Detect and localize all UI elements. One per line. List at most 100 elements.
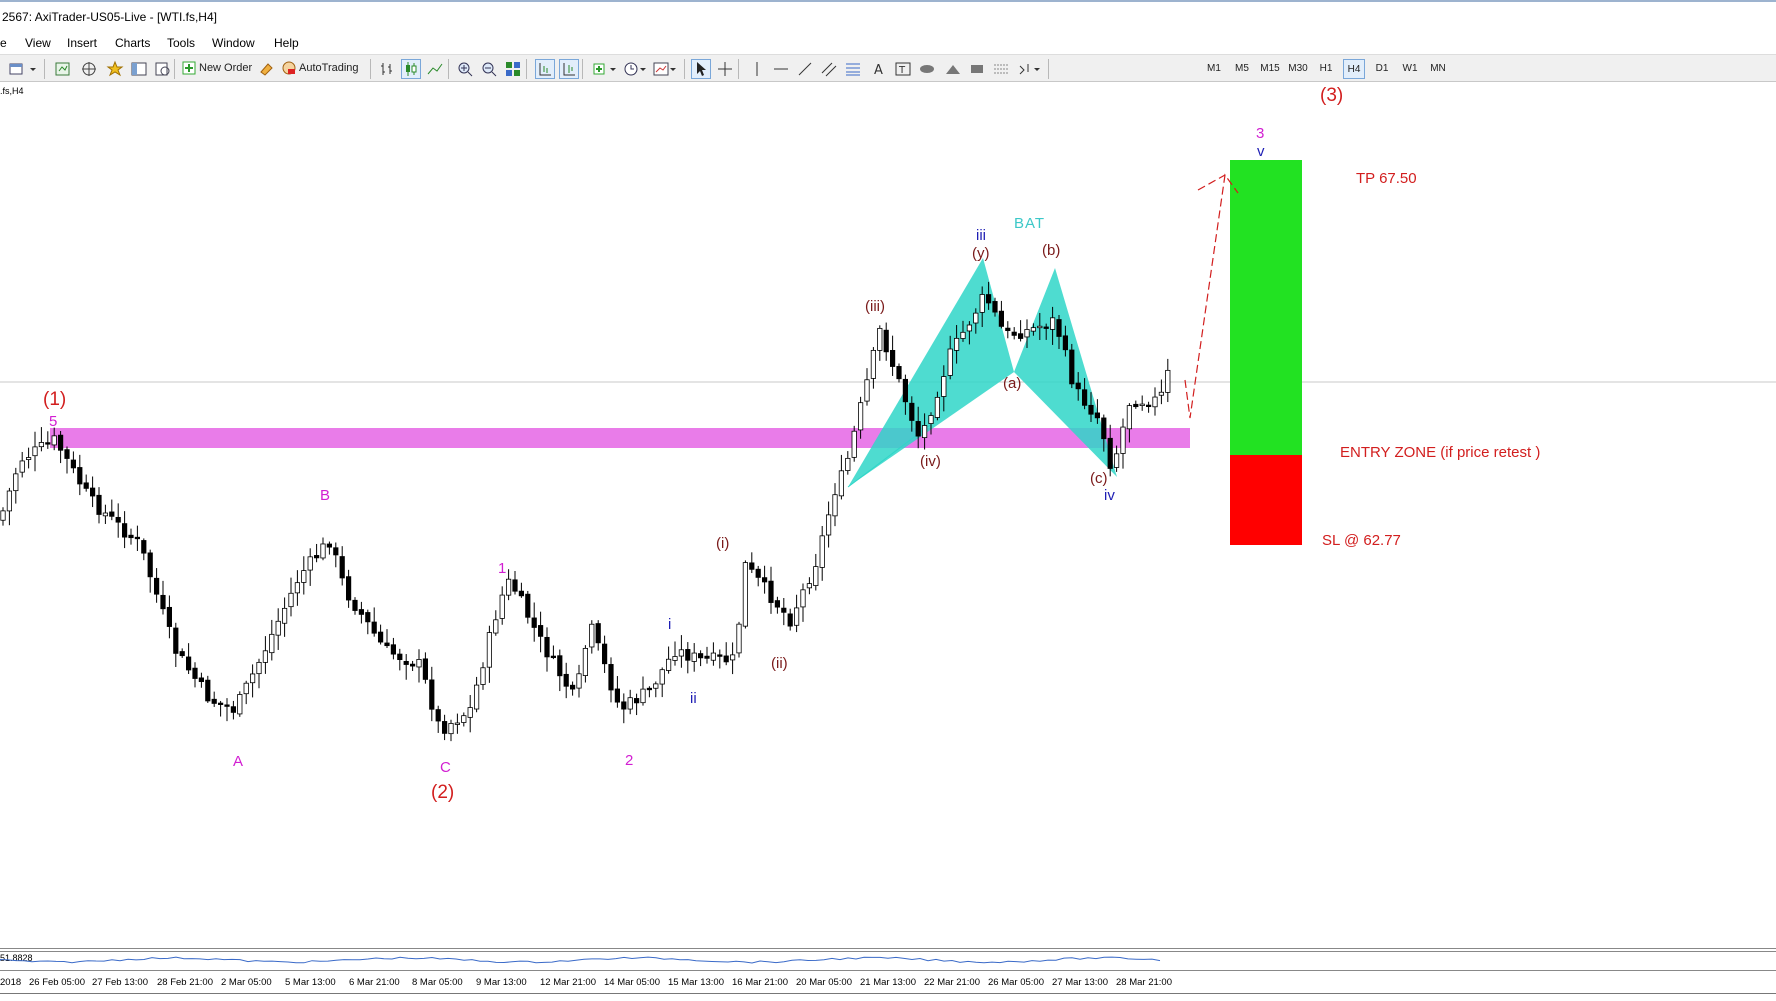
market-watch-icon[interactable] (54, 60, 72, 78)
timeframe-m1[interactable]: M1 (1203, 59, 1225, 79)
wave-label-c: C (440, 759, 451, 776)
candle-body (621, 701, 627, 710)
timeframe-d1[interactable]: D1 (1371, 59, 1393, 79)
chevron-down-icon[interactable] (608, 60, 618, 78)
timeframe-m5[interactable]: M5 (1231, 59, 1253, 79)
menu-charts[interactable]: Charts (115, 36, 150, 50)
candle-body (122, 523, 128, 538)
terminal-icon[interactable] (130, 60, 148, 78)
candle-body (422, 658, 429, 680)
candle-body (883, 329, 889, 353)
zoom-out-icon[interactable] (480, 60, 498, 78)
candle-body (96, 494, 102, 515)
chevron-down-icon[interactable] (1032, 60, 1042, 78)
candle-body (851, 430, 857, 458)
menu-view[interactable]: View (25, 36, 51, 50)
time-axis-label: 5 Mar 13:00 (285, 977, 336, 988)
toolbar-separator (738, 59, 739, 79)
price-chart[interactable] (0, 82, 1776, 950)
timeframe-m30[interactable]: M30 (1287, 59, 1309, 79)
candle-body (525, 593, 531, 618)
timeframe-m15[interactable]: M15 (1259, 59, 1281, 79)
candlestick-icon[interactable] (401, 59, 421, 79)
candle-body (358, 609, 365, 615)
candle-body (467, 707, 473, 718)
candle-body (1088, 404, 1094, 415)
wave-label-1-minor: 1 (498, 560, 507, 577)
candle-body (774, 600, 781, 608)
wave-label-ii: ii (690, 690, 697, 707)
horizontal-line-icon[interactable] (772, 60, 790, 78)
favorites-icon[interactable] (106, 60, 124, 78)
candle-body (486, 632, 493, 668)
text-icon[interactable]: A (870, 60, 888, 78)
candle-body (608, 664, 614, 691)
candle-body (326, 543, 333, 548)
zoom-in-icon[interactable] (456, 60, 474, 78)
candle-body (70, 459, 76, 469)
cursor-icon[interactable] (691, 59, 711, 79)
triangle-icon[interactable] (944, 60, 962, 78)
timeframe-w1[interactable]: W1 (1399, 59, 1421, 79)
menu-insert[interactable]: Insert (67, 36, 97, 50)
candle-body (505, 578, 512, 596)
wave-label-paren-i: (i) (716, 535, 730, 552)
vertical-line-icon[interactable] (748, 60, 766, 78)
new-order-icon (182, 61, 196, 75)
candle-body (397, 653, 403, 660)
bar-chart-icon[interactable] (378, 60, 396, 78)
new-chart-icon[interactable] (8, 60, 26, 78)
menu-tools[interactable]: Tools (167, 36, 195, 50)
candle-body (173, 627, 179, 654)
text-label-icon[interactable]: T (894, 60, 912, 78)
ellipse-icon[interactable] (918, 60, 936, 78)
candle-body (832, 494, 838, 517)
chevron-down-icon[interactable] (668, 60, 678, 78)
candle-body (461, 715, 467, 723)
candle-body (13, 473, 19, 492)
chevron-down-icon[interactable] (638, 60, 648, 78)
timeframe-mn[interactable]: MN (1427, 59, 1449, 79)
candle-body (602, 643, 608, 665)
menu-window[interactable]: Window (212, 36, 255, 50)
stop-loss-box (1230, 455, 1302, 545)
metaeditor-icon[interactable] (258, 60, 276, 78)
menu-help[interactable]: Help (274, 36, 299, 50)
candle-body (243, 682, 249, 695)
candle-body (256, 661, 262, 675)
tester-icon[interactable] (154, 60, 172, 78)
auto-trading-button[interactable]: AutoTrading (282, 59, 359, 77)
candle-body (166, 606, 172, 627)
new-order-button[interactable]: New Order (182, 59, 252, 77)
rectangle-icon[interactable] (968, 60, 986, 78)
line-chart-icon[interactable] (426, 60, 444, 78)
candle-body (531, 617, 537, 628)
candle-body (794, 607, 800, 626)
candle-body (153, 577, 160, 595)
timeframe-h4[interactable]: H4 (1343, 59, 1365, 79)
auto-scroll-icon[interactable] (559, 59, 579, 79)
time-axis-label: 9 Mar 13:00 (476, 977, 527, 988)
chart-shift-icon[interactable] (535, 59, 555, 79)
candle-body (64, 449, 70, 459)
candle-body (576, 673, 582, 689)
trendline-icon[interactable] (796, 60, 814, 78)
candle-body (141, 540, 147, 554)
candle-body (570, 684, 576, 690)
navigator-icon[interactable] (80, 60, 98, 78)
wave-label-i: i (668, 616, 672, 633)
timeframe-h1[interactable]: H1 (1315, 59, 1337, 79)
menu-file[interactable]: e (0, 36, 7, 50)
toolbar-separator (44, 59, 45, 79)
crosshair-icon[interactable] (716, 60, 734, 78)
candle-body (1018, 333, 1024, 339)
fibonacci-icon[interactable] (844, 60, 862, 78)
chevron-down-icon[interactable] (28, 60, 38, 78)
wave-label-2-minor: 2 (625, 752, 634, 769)
candle-body (83, 482, 89, 489)
toolbar-separator (174, 59, 175, 79)
equidistant-channel-icon[interactable] (820, 60, 838, 78)
candle-body (909, 402, 915, 421)
gann-fan-icon[interactable] (992, 60, 1010, 78)
tile-windows-icon[interactable] (504, 60, 522, 78)
